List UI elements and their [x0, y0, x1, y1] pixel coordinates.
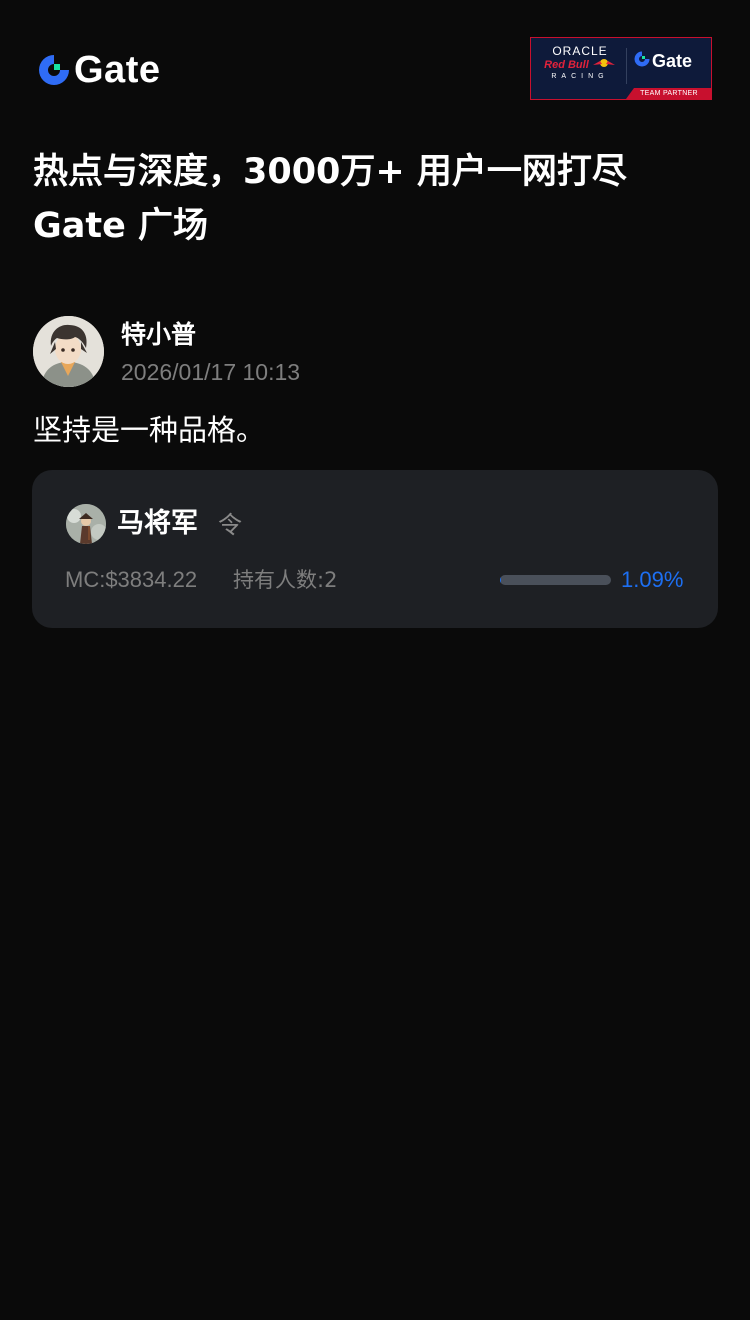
redbull-icon	[592, 59, 616, 71]
token-holders: 持有人数:2	[233, 568, 338, 592]
gate-small-logo-icon	[633, 50, 651, 73]
partner-gate-text: Gate	[652, 51, 693, 71]
logo-text: Gate	[74, 49, 161, 91]
token-avatar-image	[66, 504, 106, 544]
racing-wordmark: RACING	[551, 73, 609, 80]
page: Gate ORACLE Red Bull RACING Gate TEAM PA…	[0, 0, 750, 1320]
team-partner-label: TEAM PARTNER	[626, 88, 711, 99]
author-name[interactable]: 特小普	[121, 318, 196, 352]
token-progress-percent: 1.09%	[621, 567, 684, 592]
page-headline: 热点与深度，3000万+ 用户一网打尽 Gate 广场	[33, 145, 723, 253]
token-name: 马将军	[117, 508, 198, 539]
partner-divider	[626, 48, 627, 84]
team-partner-badge: ORACLE Red Bull RACING Gate TEAM PARTNER	[530, 37, 712, 100]
gate-logo-icon	[36, 52, 72, 88]
token-progress-bar	[500, 575, 611, 585]
gate-logo[interactable]: Gate	[36, 50, 160, 90]
post-author-row: 特小普 2026/01/17 10:13	[33, 316, 723, 388]
redbull-wordmark: Red Bull	[537, 58, 623, 72]
headline-line-1: 热点与深度，3000万+ 用户一网打尽	[33, 152, 627, 192]
partner-gate-logo: Gate	[633, 50, 692, 73]
headline-line-2: Gate 广场	[33, 206, 209, 246]
post-timestamp: 2026/01/17 10:13	[121, 359, 301, 385]
post-content: 坚持是一种品格。	[33, 413, 266, 447]
token-market-cap: MC:$3834.22	[65, 567, 198, 592]
header: Gate ORACLE Red Bull RACING Gate TEAM PA…	[0, 0, 750, 120]
redbull-text: Red Bull	[544, 59, 589, 71]
oracle-wordmark: ORACLE	[552, 44, 608, 58]
token-progress-fill	[500, 575, 502, 585]
token-card[interactable]: 马将军 令 MC:$3834.22 持有人数:2 1.09%	[32, 470, 718, 628]
user-avatar-image[interactable]	[33, 316, 104, 387]
partner-left-logos: ORACLE Red Bull RACING	[537, 44, 623, 84]
token-symbol: 令	[218, 511, 242, 539]
